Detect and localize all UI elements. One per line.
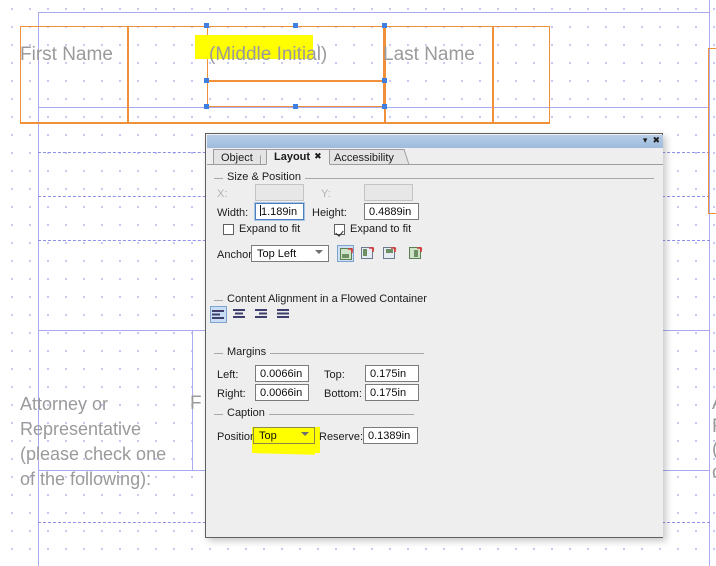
x-label: X: bbox=[217, 188, 228, 200]
align-right-icon bbox=[255, 309, 267, 318]
field-label-partial-right-4: o bbox=[712, 461, 716, 484]
chevron-down-icon bbox=[315, 250, 323, 254]
expand-to-fit-height-checkbox[interactable]: Expand to fit bbox=[334, 223, 411, 235]
tab-object[interactable]: Object bbox=[213, 149, 261, 165]
selected-field-caption-box[interactable] bbox=[207, 80, 384, 107]
margin-top-input[interactable]: 0.175in bbox=[365, 365, 419, 382]
y-input[interactable] bbox=[364, 184, 413, 201]
rotate-90-icon bbox=[361, 247, 375, 259]
caption-reserve-label: Reserve: bbox=[319, 431, 364, 443]
align-right-button[interactable] bbox=[254, 306, 271, 323]
subform-outline[interactable] bbox=[385, 26, 550, 124]
selection-handle[interactable] bbox=[293, 104, 298, 109]
rotate-270-button[interactable] bbox=[407, 245, 424, 262]
cell-divider bbox=[20, 122, 550, 124]
margin-bottom-label: Bottom: bbox=[324, 388, 362, 400]
margin-left-label: Left: bbox=[217, 369, 239, 381]
group-size-position-title: Size & Position bbox=[223, 171, 305, 183]
rotate-180-icon bbox=[383, 247, 397, 259]
rotate-180-button[interactable] bbox=[381, 245, 398, 262]
rotate-270-icon bbox=[409, 247, 423, 259]
align-justify-button[interactable] bbox=[276, 306, 293, 323]
panel-body: Size & Position X: Y: Width: 1.189in Hei… bbox=[207, 165, 663, 537]
field-label-partial-right-2: R bbox=[712, 415, 716, 438]
anchor-label: Anchor: bbox=[217, 249, 255, 261]
rotate-0-icon bbox=[340, 248, 354, 260]
field-label-partial-right-3: ( bbox=[712, 438, 716, 461]
x-input[interactable] bbox=[255, 184, 304, 201]
width-input[interactable]: 1.189in bbox=[254, 202, 305, 221]
layout-properties-panel[interactable]: ▾ ✖ Object Layout ✖ Accessibility Size &… bbox=[205, 133, 663, 538]
align-justify-icon bbox=[277, 309, 289, 318]
anchor-select-value: Top Left bbox=[257, 248, 297, 260]
margin-right-label: Right: bbox=[217, 388, 246, 400]
selection-handle[interactable] bbox=[382, 23, 387, 28]
field-label-first-name: First Name bbox=[20, 44, 113, 65]
anchor-select[interactable]: Top Left bbox=[251, 245, 329, 262]
group-content-alignment-title: Content Alignment in a Flowed Container bbox=[223, 293, 431, 305]
panel-menu-icon[interactable]: ▾ bbox=[643, 137, 648, 146]
height-input[interactable]: 0.4889in bbox=[364, 203, 419, 220]
expand-to-fit-width-checkbox[interactable]: Expand to fit bbox=[223, 223, 300, 235]
field-label-attorney-block: Attorney or Representative (please check… bbox=[20, 394, 167, 489]
tab-layout-label: Layout bbox=[274, 151, 311, 163]
field-label-partial-right-1: A bbox=[712, 392, 716, 415]
caption-position-select[interactable]: Top bbox=[253, 427, 315, 444]
caption-position-value: Top bbox=[259, 430, 277, 442]
tab-object-label: Object bbox=[221, 151, 253, 164]
field-label-last-name: Last Name bbox=[383, 44, 475, 65]
selection-handle[interactable] bbox=[204, 23, 209, 28]
selection-handle[interactable] bbox=[382, 104, 387, 109]
tab-accessibility-label: Accessibility bbox=[334, 151, 394, 164]
panel-tab-strip[interactable]: Object Layout ✖ Accessibility bbox=[207, 148, 663, 179]
expand-to-fit-width-label: Expand to fit bbox=[239, 223, 301, 235]
panel-titlebar[interactable]: ▾ ✖ bbox=[207, 135, 663, 148]
y-label: Y: bbox=[321, 188, 331, 200]
rotate-90-button[interactable] bbox=[359, 245, 376, 262]
field-label-middle-initial: (Middle Initial) bbox=[209, 44, 328, 65]
group-caption-title: Caption bbox=[223, 407, 269, 419]
width-label: Width: bbox=[217, 207, 249, 219]
margin-left-input[interactable]: 0.0066in bbox=[255, 365, 309, 382]
rotate-0-button[interactable] bbox=[337, 245, 354, 262]
caption-reserve-input[interactable]: 0.1389in bbox=[363, 427, 418, 444]
margin-right-input[interactable]: 0.0066in bbox=[255, 384, 309, 401]
checkbox-box bbox=[223, 223, 234, 235]
height-label: Height: bbox=[312, 207, 347, 219]
tab-accessibility[interactable]: Accessibility bbox=[326, 149, 402, 165]
margin-bottom-input[interactable]: 0.175in bbox=[365, 384, 419, 401]
selection-handle[interactable] bbox=[204, 104, 209, 109]
tab-layout[interactable]: Layout ✖ bbox=[266, 149, 330, 165]
subform-outline bbox=[708, 48, 716, 214]
guide-line bbox=[38, 12, 710, 13]
close-icon[interactable]: ✖ bbox=[652, 137, 660, 146]
guide-line bbox=[709, 330, 710, 566]
width-input-value: 1.189in bbox=[261, 206, 298, 218]
checkbox-box bbox=[334, 223, 345, 235]
selection-handle[interactable] bbox=[293, 23, 298, 28]
chevron-down-icon bbox=[301, 432, 309, 436]
margin-top-label: Top: bbox=[324, 369, 345, 381]
selection-handle[interactable] bbox=[204, 78, 209, 83]
tab-close-icon[interactable]: ✖ bbox=[314, 152, 322, 162]
expand-to-fit-height-label: Expand to fit bbox=[350, 223, 412, 235]
align-center-button[interactable] bbox=[232, 306, 249, 323]
align-left-button[interactable] bbox=[210, 306, 227, 323]
cell-divider bbox=[127, 26, 129, 124]
cell-divider bbox=[492, 26, 494, 124]
selection-handle[interactable] bbox=[382, 78, 387, 83]
align-left-icon bbox=[212, 310, 224, 319]
field-label-partial-f: F bbox=[190, 393, 202, 414]
group-margins-title: Margins bbox=[223, 346, 271, 358]
align-center-icon bbox=[233, 309, 245, 318]
highlight-marker bbox=[256, 445, 316, 455]
